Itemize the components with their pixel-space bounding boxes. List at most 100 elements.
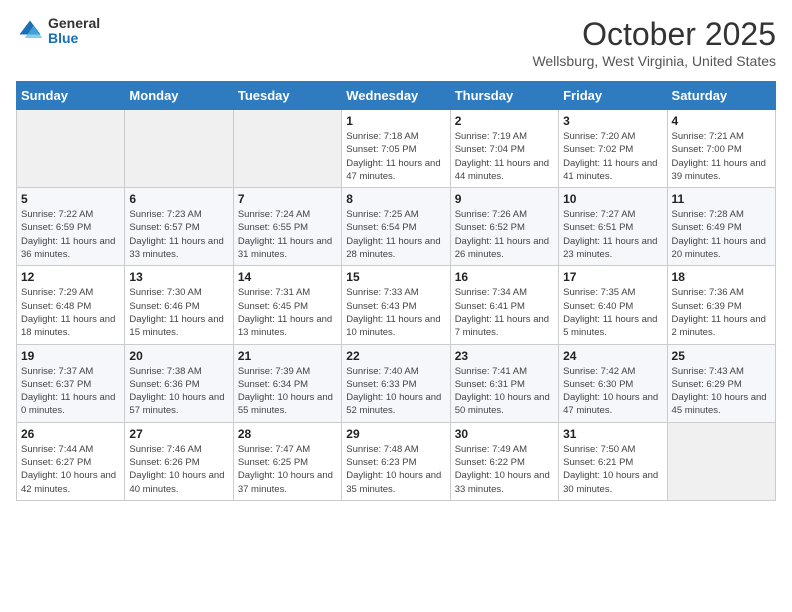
- day-info: Sunrise: 7:37 AM Sunset: 6:37 PM Dayligh…: [21, 365, 120, 418]
- day-number: 15: [346, 270, 445, 284]
- day-info: Sunrise: 7:26 AM Sunset: 6:52 PM Dayligh…: [455, 208, 554, 261]
- calendar-week-row: 19 Sunrise: 7:37 AM Sunset: 6:37 PM Dayli…: [17, 344, 776, 422]
- day-info: Sunrise: 7:39 AM Sunset: 6:34 PM Dayligh…: [238, 365, 337, 418]
- calendar-table: SundayMondayTuesdayWednesdayThursdayFrid…: [16, 81, 776, 501]
- day-number: 28: [238, 427, 337, 441]
- day-number: 5: [21, 192, 120, 206]
- day-info: Sunrise: 7:35 AM Sunset: 6:40 PM Dayligh…: [563, 286, 662, 339]
- day-number: 17: [563, 270, 662, 284]
- day-info: Sunrise: 7:44 AM Sunset: 6:27 PM Dayligh…: [21, 443, 120, 496]
- day-info: Sunrise: 7:21 AM Sunset: 7:00 PM Dayligh…: [672, 130, 771, 183]
- calendar-cell: 11Sunrise: 7:28 AM Sunset: 6:49 PM Dayli…: [667, 188, 775, 266]
- day-info: Sunrise: 7:48 AM Sunset: 6:23 PM Dayligh…: [346, 443, 445, 496]
- day-number: 23: [455, 349, 554, 363]
- calendar-cell: 20Sunrise: 7:38 AM Sunset: 6:36 PM Dayli…: [125, 344, 233, 422]
- day-info: Sunrise: 7:46 AM Sunset: 6:26 PM Dayligh…: [129, 443, 228, 496]
- day-info: Sunrise: 7:40 AM Sunset: 6:33 PM Dayligh…: [346, 365, 445, 418]
- weekday-header-friday: Friday: [559, 82, 667, 110]
- day-number: 29: [346, 427, 445, 441]
- day-number: 21: [238, 349, 337, 363]
- title-section: October 2025 Wellsburg, West Virginia, U…: [532, 16, 776, 69]
- day-number: 12: [21, 270, 120, 284]
- day-number: 26: [21, 427, 120, 441]
- day-info: Sunrise: 7:30 AM Sunset: 6:46 PM Dayligh…: [129, 286, 228, 339]
- day-info: Sunrise: 7:43 AM Sunset: 6:29 PM Dayligh…: [672, 365, 771, 418]
- day-number: 4: [672, 114, 771, 128]
- day-number: 2: [455, 114, 554, 128]
- calendar-cell: 17 Sunrise: 7:35 AM Sunset: 6:40 PM Dayli…: [559, 266, 667, 344]
- day-info: Sunrise: 7:19 AM Sunset: 7:04 PM Dayligh…: [455, 130, 554, 183]
- day-number: 22: [346, 349, 445, 363]
- calendar-cell: 10 Sunrise: 7:27 AM Sunset: 6:51 PM Dayli…: [559, 188, 667, 266]
- calendar-cell: 25 Sunrise: 7:43 AM Sunset: 6:29 PM Dayli…: [667, 344, 775, 422]
- day-number: 6: [129, 192, 228, 206]
- calendar-cell: 27 Sunrise: 7:46 AM Sunset: 6:26 PM Dayli…: [125, 422, 233, 500]
- day-number: 25: [672, 349, 771, 363]
- day-info: Sunrise: 7:22 AM Sunset: 6:59 PM Dayligh…: [21, 208, 120, 261]
- calendar-week-row: 1 Sunrise: 7:18 AM Sunset: 7:05 PM Daylig…: [17, 110, 776, 188]
- calendar-cell: 2 Sunrise: 7:19 AM Sunset: 7:04 PM Daylig…: [450, 110, 558, 188]
- calendar-cell: 6 Sunrise: 7:23 AM Sunset: 6:57 PM Daylig…: [125, 188, 233, 266]
- logo-icon: [16, 17, 44, 45]
- day-info: Sunrise: 7:41 AM Sunset: 6:31 PM Dayligh…: [455, 365, 554, 418]
- weekday-header-sunday: Sunday: [17, 82, 125, 110]
- calendar-cell: 16 Sunrise: 7:34 AM Sunset: 6:41 PM Dayli…: [450, 266, 558, 344]
- day-info: Sunrise: 7:47 AM Sunset: 6:25 PM Dayligh…: [238, 443, 337, 496]
- day-info: Sunrise: 7:23 AM Sunset: 6:57 PM Dayligh…: [129, 208, 228, 261]
- logo: General Blue: [16, 16, 100, 47]
- calendar-cell: 24 Sunrise: 7:42 AM Sunset: 6:30 PM Dayli…: [559, 344, 667, 422]
- calendar-cell: 1 Sunrise: 7:18 AM Sunset: 7:05 PM Daylig…: [342, 110, 450, 188]
- day-info: Sunrise: 7:31 AM Sunset: 6:45 PM Dayligh…: [238, 286, 337, 339]
- day-number: 27: [129, 427, 228, 441]
- day-number: 9: [455, 192, 554, 206]
- weekday-header-tuesday: Tuesday: [233, 82, 341, 110]
- calendar-week-row: 26 Sunrise: 7:44 AM Sunset: 6:27 PM Dayli…: [17, 422, 776, 500]
- calendar-cell: [667, 422, 775, 500]
- calendar-cell: 22 Sunrise: 7:40 AM Sunset: 6:33 PM Dayli…: [342, 344, 450, 422]
- calendar-cell: 29 Sunrise: 7:48 AM Sunset: 6:23 PM Dayli…: [342, 422, 450, 500]
- calendar-cell: 12 Sunrise: 7:29 AM Sunset: 6:48 PM Dayli…: [17, 266, 125, 344]
- calendar-cell: 18 Sunrise: 7:36 AM Sunset: 6:39 PM Dayli…: [667, 266, 775, 344]
- day-number: 24: [563, 349, 662, 363]
- logo-text: General Blue: [48, 16, 100, 47]
- calendar-cell: 5 Sunrise: 7:22 AM Sunset: 6:59 PM Daylig…: [17, 188, 125, 266]
- day-info: Sunrise: 7:18 AM Sunset: 7:05 PM Dayligh…: [346, 130, 445, 183]
- day-info: Sunrise: 7:50 AM Sunset: 6:21 PM Dayligh…: [563, 443, 662, 496]
- day-number: 10: [563, 192, 662, 206]
- location-text: Wellsburg, West Virginia, United States: [532, 53, 776, 69]
- weekday-header-monday: Monday: [125, 82, 233, 110]
- day-info: Sunrise: 7:27 AM Sunset: 6:51 PM Dayligh…: [563, 208, 662, 261]
- calendar-cell: 4 Sunrise: 7:21 AM Sunset: 7:00 PM Daylig…: [667, 110, 775, 188]
- page-header: General Blue October 2025 Wellsburg, Wes…: [16, 16, 776, 69]
- calendar-week-row: 5 Sunrise: 7:22 AM Sunset: 6:59 PM Daylig…: [17, 188, 776, 266]
- day-number: 19: [21, 349, 120, 363]
- day-info: Sunrise: 7:29 AM Sunset: 6:48 PM Dayligh…: [21, 286, 120, 339]
- calendar-week-row: 12 Sunrise: 7:29 AM Sunset: 6:48 PM Dayli…: [17, 266, 776, 344]
- day-number: 18: [672, 270, 771, 284]
- weekday-header-wednesday: Wednesday: [342, 82, 450, 110]
- calendar-cell: [233, 110, 341, 188]
- calendar-cell: 26 Sunrise: 7:44 AM Sunset: 6:27 PM Dayli…: [17, 422, 125, 500]
- day-info: Sunrise: 7:20 AM Sunset: 7:02 PM Dayligh…: [563, 130, 662, 183]
- logo-general-text: General: [48, 16, 100, 31]
- calendar-header-row: SundayMondayTuesdayWednesdayThursdayFrid…: [17, 82, 776, 110]
- day-number: 1: [346, 114, 445, 128]
- day-number: 20: [129, 349, 228, 363]
- day-number: 14: [238, 270, 337, 284]
- day-number: 16: [455, 270, 554, 284]
- day-number: 31: [563, 427, 662, 441]
- calendar-cell: 23 Sunrise: 7:41 AM Sunset: 6:31 PM Dayli…: [450, 344, 558, 422]
- day-info: Sunrise: 7:34 AM Sunset: 6:41 PM Dayligh…: [455, 286, 554, 339]
- calendar-cell: 14 Sunrise: 7:31 AM Sunset: 6:45 PM Dayli…: [233, 266, 341, 344]
- calendar-cell: 21 Sunrise: 7:39 AM Sunset: 6:34 PM Dayli…: [233, 344, 341, 422]
- day-info: Sunrise: 7:36 AM Sunset: 6:39 PM Dayligh…: [672, 286, 771, 339]
- day-info: Sunrise: 7:42 AM Sunset: 6:30 PM Dayligh…: [563, 365, 662, 418]
- day-number: 8: [346, 192, 445, 206]
- day-number: 3: [563, 114, 662, 128]
- calendar-cell: 3 Sunrise: 7:20 AM Sunset: 7:02 PM Daylig…: [559, 110, 667, 188]
- day-number: 11: [672, 192, 771, 206]
- day-number: 30: [455, 427, 554, 441]
- logo-blue-text: Blue: [48, 31, 100, 46]
- calendar-cell: 30Sunrise: 7:49 AM Sunset: 6:22 PM Dayli…: [450, 422, 558, 500]
- day-info: Sunrise: 7:24 AM Sunset: 6:55 PM Dayligh…: [238, 208, 337, 261]
